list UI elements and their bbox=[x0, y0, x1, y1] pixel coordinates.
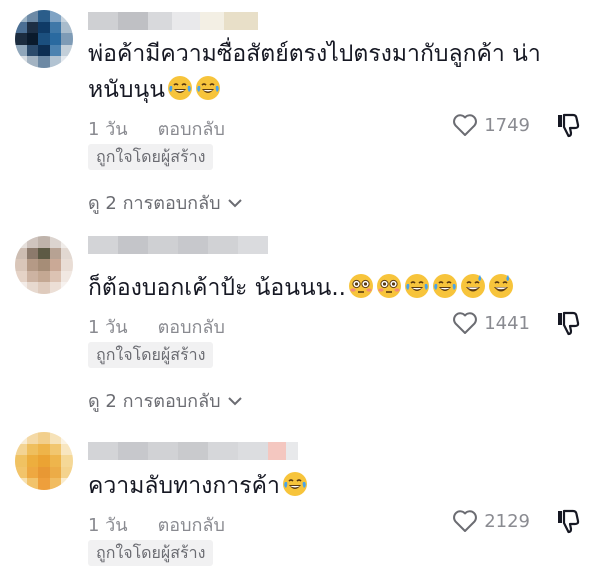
comment-meta: 1 วัน ตอบกลับ bbox=[88, 114, 225, 143]
comment-text-content: ความลับทางการค้า bbox=[88, 473, 280, 499]
dislike-button[interactable] bbox=[554, 310, 580, 336]
thumbs-down-icon bbox=[558, 113, 580, 138]
view-replies-label: ดู 2 การตอบกลับ bbox=[88, 193, 221, 214]
dislike-button[interactable] bbox=[554, 508, 580, 534]
flushed-face-icon bbox=[377, 274, 401, 298]
like-button[interactable]: 2129 bbox=[452, 509, 530, 533]
avatar[interactable] bbox=[15, 432, 73, 490]
like-count: 2129 bbox=[484, 510, 530, 532]
like-button[interactable]: 1749 bbox=[452, 113, 530, 137]
avatar[interactable] bbox=[15, 10, 73, 68]
like-count: 1441 bbox=[484, 312, 530, 334]
like-button[interactable]: 1441 bbox=[452, 311, 530, 335]
view-replies-button[interactable]: ดู 2 การตอบกลับ bbox=[88, 386, 243, 415]
username-redacted[interactable] bbox=[88, 12, 258, 30]
comment-text: พ่อค้ามีความซื่อสัตย์ตรงไปตรงมากับลูกค้า… bbox=[88, 36, 568, 108]
comment-time: 1 วัน bbox=[88, 317, 128, 338]
view-replies-button[interactable]: ดู 2 การตอบกลับ bbox=[88, 188, 243, 217]
reply-button[interactable]: ตอบกลับ bbox=[158, 312, 225, 341]
reply-button[interactable]: ตอบกลับ bbox=[158, 510, 225, 539]
chevron-down-icon bbox=[227, 396, 242, 405]
face-with-tears-of-joy-icon bbox=[405, 274, 429, 298]
reply-button[interactable]: ตอบกลับ bbox=[158, 114, 225, 143]
comment-time: 1 วัน bbox=[88, 515, 128, 536]
comment-meta: 1 วัน ตอบกลับ bbox=[88, 312, 225, 341]
liked-by-creator-badge: ถูกใจโดยผู้สร้าง bbox=[88, 342, 214, 368]
dislike-button[interactable] bbox=[554, 112, 580, 138]
avatar[interactable] bbox=[15, 236, 73, 294]
comment-actions: 1749 bbox=[452, 112, 580, 138]
liked-by-creator-badge: ถูกใจโดยผู้สร้าง bbox=[88, 540, 214, 566]
thumbs-down-icon bbox=[558, 311, 580, 336]
face-with-tears-of-joy-icon bbox=[433, 274, 457, 298]
comment-actions: 1441 bbox=[452, 310, 580, 336]
heart-icon bbox=[453, 312, 478, 334]
thumbs-down-icon bbox=[558, 509, 580, 534]
grinning-face-with-sweat-icon bbox=[461, 274, 485, 298]
face-with-tears-of-joy-icon bbox=[195, 76, 220, 100]
heart-icon bbox=[453, 114, 478, 136]
username-redacted[interactable] bbox=[88, 442, 298, 460]
comment-text-content: พ่อค้ามีความซื่อสัตย์ตรงไปตรงมากับลูกค้า… bbox=[88, 41, 541, 103]
like-count: 1749 bbox=[484, 114, 530, 136]
face-with-tears-of-joy-icon bbox=[167, 76, 192, 100]
face-with-tears-of-joy-icon bbox=[282, 472, 307, 496]
comment-text-content: ก็ต้องบอกเค้าป้ะ น้อนนน.. bbox=[88, 275, 346, 301]
heart-icon bbox=[453, 510, 478, 532]
chevron-down-icon bbox=[227, 198, 242, 207]
comment-time: 1 วัน bbox=[88, 119, 128, 140]
flushed-face-icon bbox=[349, 274, 373, 298]
view-replies-label: ดู 2 การตอบกลับ bbox=[88, 391, 221, 412]
comment-text: ความลับทางการค้า bbox=[88, 468, 568, 504]
comment-actions: 2129 bbox=[452, 508, 580, 534]
comment-text: ก็ต้องบอกเค้าป้ะ น้อนนน.. bbox=[88, 270, 568, 306]
liked-by-creator-badge: ถูกใจโดยผู้สร้าง bbox=[88, 144, 214, 170]
comment-meta: 1 วัน ตอบกลับ bbox=[88, 510, 225, 539]
username-redacted[interactable] bbox=[88, 236, 268, 254]
grinning-face-with-sweat-icon bbox=[489, 274, 513, 298]
